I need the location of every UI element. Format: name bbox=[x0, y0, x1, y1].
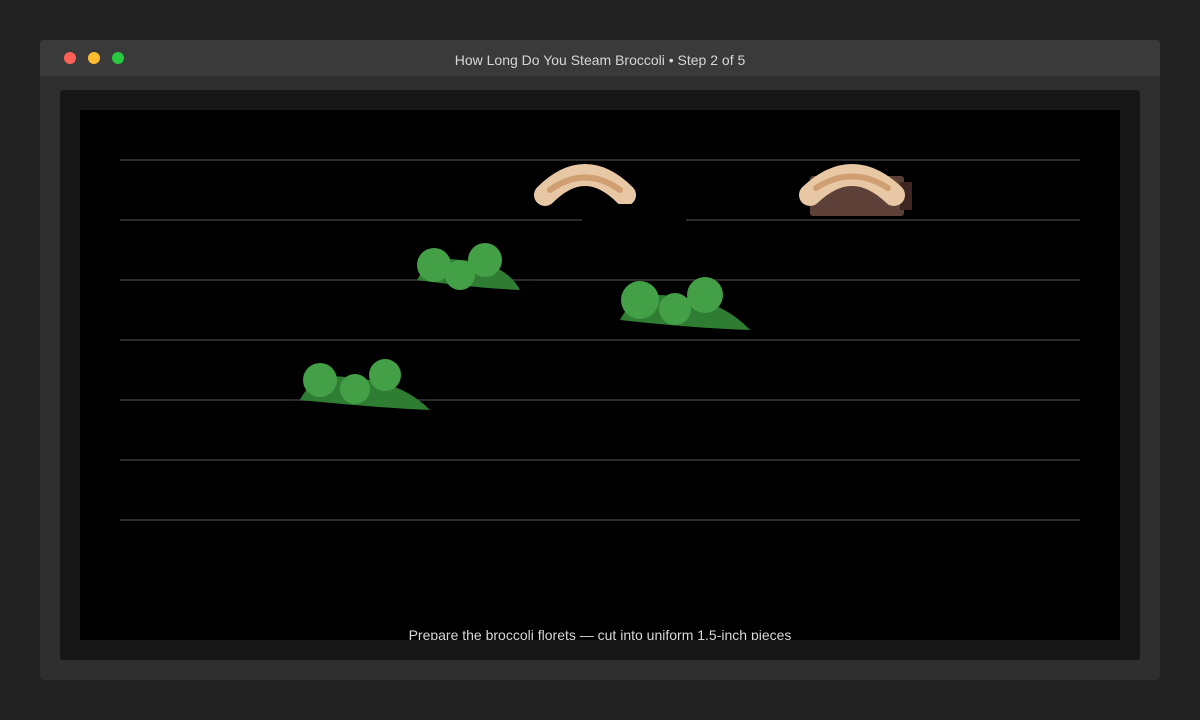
app-window: How Long Do You Steam Broccoli • Step 2 … bbox=[40, 40, 1160, 680]
broccoli-floret-center bbox=[620, 277, 750, 330]
instruction-scene bbox=[120, 159, 1080, 521]
hand-icon bbox=[534, 164, 686, 222]
video-stage[interactable]: Prepare the broccoli florets — cut into … bbox=[80, 110, 1120, 640]
title-bar[interactable]: How Long Do You Steam Broccoli • Step 2 … bbox=[40, 40, 1160, 76]
cutting-board-hand-icon bbox=[799, 164, 912, 216]
broccoli-floret-left bbox=[300, 359, 430, 410]
player-frame: Prepare the broccoli florets — cut into … bbox=[60, 90, 1140, 660]
window-title: How Long Do You Steam Broccoli • Step 2 … bbox=[454, 52, 746, 68]
broccoli-floret-top bbox=[417, 243, 520, 290]
step-caption: Prepare the broccoli florets — cut into … bbox=[408, 627, 792, 640]
